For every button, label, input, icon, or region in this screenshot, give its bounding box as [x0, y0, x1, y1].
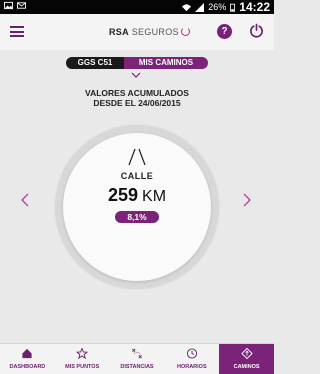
nav-label: DISTANCIAS: [120, 364, 154, 370]
mis-caminos-tab[interactable]: MIS CAMINOS: [124, 57, 208, 69]
rsa-logo: RSA SEGUROS: [109, 27, 190, 37]
chevron-down-icon[interactable]: [131, 72, 141, 78]
nav-label: HORARIOS: [176, 364, 207, 370]
notification-icons: [4, 1, 26, 10]
chevron-right-icon[interactable]: [242, 193, 252, 207]
nav-horarios[interactable]: HORARIOS: [164, 344, 219, 374]
app-header: RSA SEGUROS ?: [0, 14, 274, 50]
caption-line1: VALORES ACUMULADOS: [85, 88, 189, 98]
home-icon: [22, 348, 32, 359]
clock-time: 14:22: [239, 0, 270, 14]
battery-percent: 26%: [208, 2, 227, 12]
nav-mis-puntos[interactable]: MIS PUNTOS: [55, 344, 110, 374]
star-icon: [76, 348, 88, 359]
logo-brand: RSA: [109, 27, 129, 37]
nav-dashboard[interactable]: DASHBOARD: [0, 344, 55, 374]
road-icon: [128, 148, 146, 166]
distance-unit: KM: [142, 188, 167, 205]
signal-icon: [195, 2, 205, 12]
chevron-left-icon[interactable]: [20, 193, 30, 207]
battery-icon: [230, 3, 236, 12]
help-button[interactable]: ?: [217, 24, 232, 39]
nav-label: DASHBOARD: [9, 364, 46, 370]
power-icon[interactable]: [249, 23, 264, 38]
menu-icon[interactable]: [10, 26, 24, 37]
bottom-navigation: DASHBOARD MIS PUNTOS DISTANCIAS HORARIOS…: [0, 343, 274, 374]
nav-caminos[interactable]: CAMINOS: [219, 344, 274, 374]
image-icon: [4, 1, 13, 10]
percent-badge: 8,1%: [115, 211, 159, 223]
mail-icon: [17, 2, 26, 9]
logo-text: SEGUROS: [131, 27, 179, 37]
road-sign-icon: [241, 348, 253, 359]
nav-label: MIS PUNTOS: [65, 364, 100, 370]
status-bar: 26% 14:22: [0, 0, 274, 14]
distance-value: 259: [107, 185, 139, 205]
accumulated-caption: VALORES ACUMULADOS DESDE EL 24/06/2015: [0, 88, 274, 108]
nav-distancias[interactable]: DISTANCIAS: [110, 344, 165, 374]
nav-label: CAMINOS: [233, 364, 260, 370]
clock-icon: [186, 348, 197, 359]
vehicle-tab[interactable]: GGS C51: [66, 57, 124, 69]
vehicle-selector[interactable]: GGS C51 MIS CAMINOS: [66, 57, 208, 69]
road-category: CALLE: [120, 171, 154, 181]
distance-readout: 259 KM: [0, 185, 274, 206]
wifi-icon: [182, 3, 192, 11]
caption-line2: DESDE EL 24/06/2015: [93, 98, 181, 108]
route-icon: [132, 348, 142, 359]
